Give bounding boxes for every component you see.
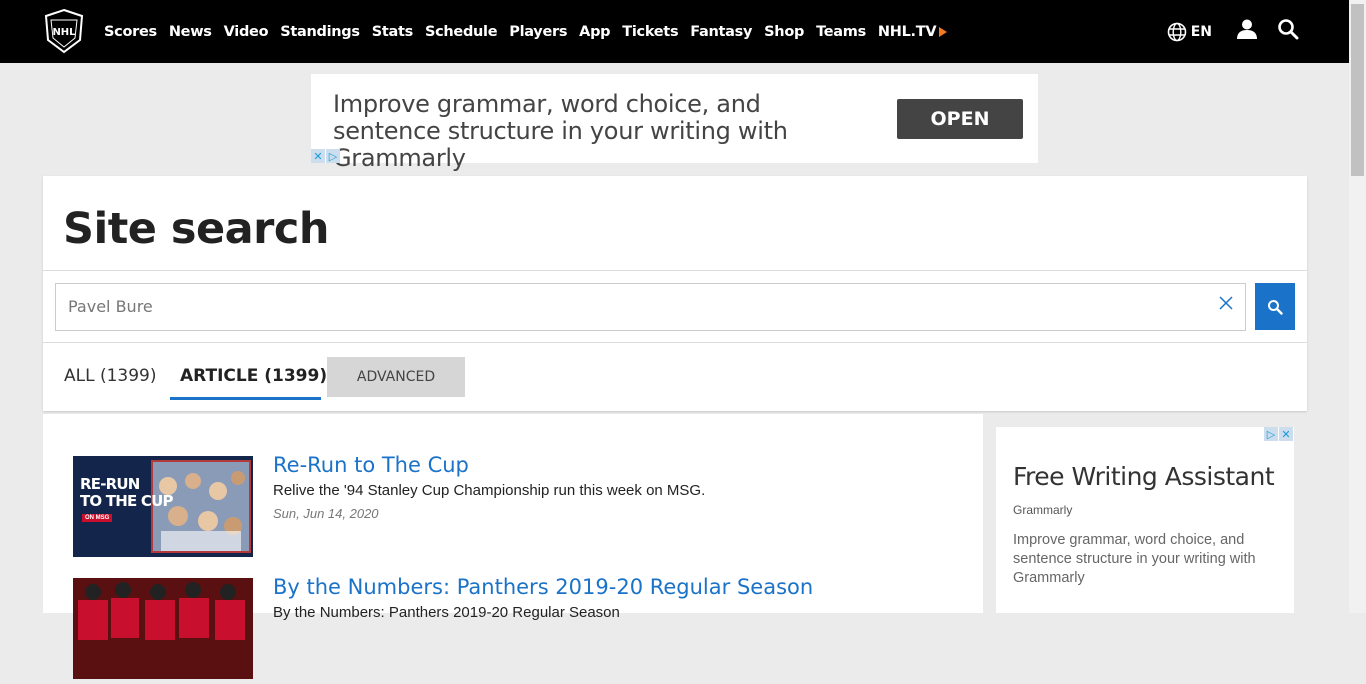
search-input[interactable]: Pavel Bure [55, 283, 1246, 331]
ad-text: Improve grammar, word choice, and senten… [333, 90, 788, 172]
result-description: Relive the '94 Stanley Cup Championship … [273, 482, 706, 499]
nav-schedule[interactable]: Schedule [425, 24, 498, 40]
clear-icon[interactable] [1219, 296, 1233, 315]
side-ad-headline[interactable]: Free Writing Assistant [1013, 462, 1275, 491]
svg-text:NHL: NHL [52, 27, 76, 38]
result-thumbnail[interactable]: RE-RUN TO THE CUP ON MSG [73, 456, 253, 557]
side-ad[interactable]: ▷ ✕ Free Writing Assistant Grammarly Impr… [996, 427, 1294, 613]
result-date: Sun, Jun 14, 2020 [273, 506, 379, 521]
adchoices-icon[interactable]: ✕ ▷ [311, 149, 341, 163]
nhltv-label: NHL.TV [877, 23, 937, 40]
top-navigation: NHL Scores News Video Standings Stats Sc… [0, 0, 1349, 63]
search-icon[interactable] [1277, 18, 1299, 45]
result-title[interactable]: By the Numbers: Panthers 2019-20 Regular… [273, 575, 813, 599]
ad-close-icon[interactable]: ✕ [1279, 427, 1293, 441]
page-title: Site search [63, 204, 329, 254]
top-ad-banner[interactable]: Improve grammar, word choice, and senten… [311, 74, 1038, 172]
search-input-value: Pavel Bure [68, 297, 153, 316]
thumb-text-line1: RE-RUN [80, 475, 140, 493]
nav-scores[interactable]: Scores [104, 24, 157, 40]
results-list: RE-RUN TO THE CUP ON MSG Re-Run to The C… [43, 414, 983, 679]
page-scrollbar[interactable] [1349, 0, 1366, 613]
search-submit-button[interactable] [1255, 283, 1295, 330]
side-ad-brand: Grammarly [1013, 503, 1073, 517]
list-item[interactable]: RE-RUN TO THE CUP ON MSG Re-Run to The C… [73, 453, 973, 557]
play-arrow-icon [939, 26, 948, 37]
nav-news[interactable]: News [169, 24, 212, 40]
thumb-badge: ON MSG [82, 514, 113, 522]
active-tab-indicator [170, 397, 321, 400]
scrollbar-thumb[interactable] [1351, 4, 1364, 176]
ad-info-icon[interactable]: ▷ [1264, 427, 1278, 441]
nav-stats[interactable]: Stats [372, 24, 414, 40]
ad-close-icon[interactable]: ✕ [311, 149, 325, 163]
result-thumbnail[interactable] [73, 578, 253, 679]
search-panel: Site search Pavel Bure ALL (1399) ARTICL… [43, 176, 1307, 411]
user-icon[interactable] [1236, 18, 1258, 45]
language-selector[interactable]: EN [1167, 22, 1212, 42]
nav-teams[interactable]: Teams [816, 24, 866, 40]
divider [43, 270, 1307, 271]
ad-info-icon[interactable]: ▷ [326, 149, 340, 163]
adchoices-icon[interactable]: ▷ ✕ [1264, 427, 1294, 441]
tab-article[interactable]: ARTICLE (1399) [180, 366, 327, 386]
nhl-logo-icon[interactable]: NHL [42, 8, 86, 54]
globe-icon [1167, 22, 1187, 41]
ad-open-button[interactable]: OPEN [897, 99, 1023, 139]
nav-app[interactable]: App [579, 24, 610, 40]
language-label: EN [1190, 23, 1212, 40]
side-ad-description: Improve grammar, word choice, and senten… [1013, 532, 1256, 586]
nav-fantasy[interactable]: Fantasy [690, 24, 752, 40]
advanced-button[interactable]: ADVANCED [327, 357, 465, 397]
divider [43, 342, 1307, 343]
result-title[interactable]: Re-Run to The Cup [273, 453, 469, 477]
nav-video[interactable]: Video [224, 24, 269, 40]
search-icon [1268, 299, 1283, 315]
thumb-text-line2: TO THE CUP [80, 492, 173, 510]
list-item[interactable]: By the Numbers: Panthers 2019-20 Regular… [73, 575, 973, 679]
nav-tickets[interactable]: Tickets [622, 24, 678, 40]
nav-players[interactable]: Players [509, 24, 567, 40]
nav-nhltv[interactable]: NHL.TV [877, 23, 948, 40]
nav-standings[interactable]: Standings [280, 24, 360, 40]
nav-shop[interactable]: Shop [764, 24, 804, 40]
tab-all[interactable]: ALL (1399) [64, 366, 157, 386]
